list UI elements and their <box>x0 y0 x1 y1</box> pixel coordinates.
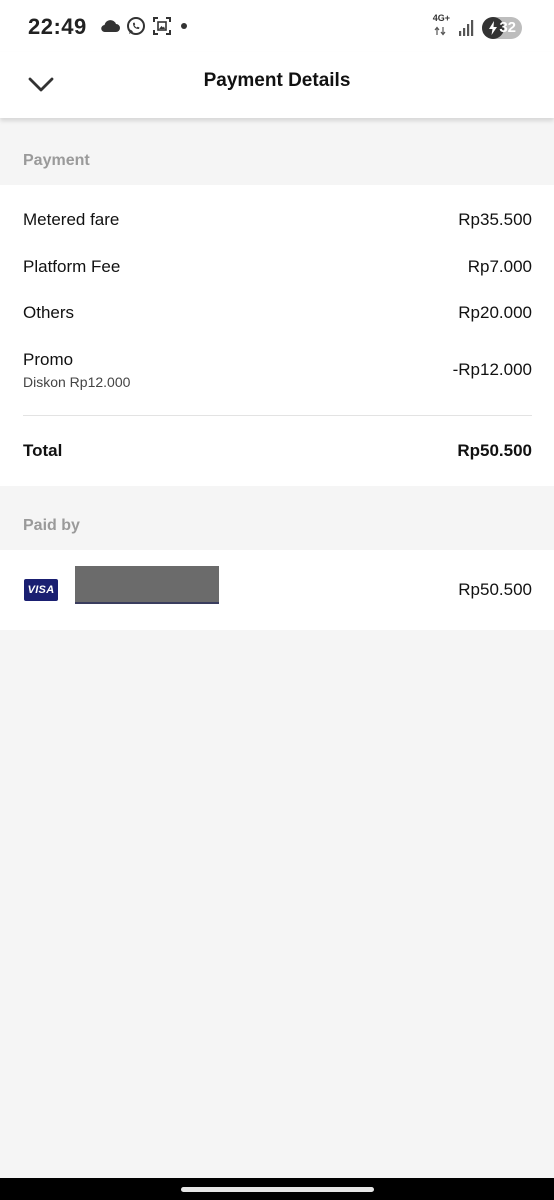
line-item-promo: Promo Diskon Rp12.000 -Rp12.000 <box>23 350 532 390</box>
status-icons-left <box>100 16 190 36</box>
status-time: 22:49 <box>28 14 87 39</box>
home-indicator[interactable] <box>181 1187 374 1192</box>
divider <box>23 415 532 416</box>
screenshot-icon <box>153 17 171 35</box>
total-row: Total Rp50.500 <box>23 441 532 461</box>
promo-discount-text: Diskon Rp12.000 <box>23 374 131 390</box>
whatsapp-icon <box>127 17 145 35</box>
paid-amount: Rp50.500 <box>458 580 532 599</box>
total-label: Total <box>23 441 63 460</box>
signal-icon <box>459 19 474 36</box>
line-item-label: Platform Fee <box>23 257 121 276</box>
battery-level: 32 <box>499 19 516 36</box>
masked-card-number <box>75 566 219 604</box>
payment-card: Metered fare Rp35.500 Platform Fee Rp7.0… <box>0 185 554 486</box>
network-type: 4G+ <box>432 13 450 23</box>
line-item-label: Others <box>23 303 75 322</box>
line-item-label: Metered fare <box>23 210 120 229</box>
line-item-amount: Rp7.000 <box>467 257 532 276</box>
line-item-metered-fare: Metered fare Rp35.500 <box>23 210 532 230</box>
status-bar: 22:49 4G+ 32 <box>0 0 554 52</box>
line-item-amount: Rp20.000 <box>458 303 532 322</box>
status-icons-right: 4G+ 32 <box>433 14 522 41</box>
app-header: Payment Details <box>0 52 554 118</box>
visa-card-icon: VISA <box>24 579 58 601</box>
dot-icon <box>181 23 187 29</box>
network-indicator: 4G+ <box>433 14 450 41</box>
paid-by-section-label: Paid by <box>23 517 80 534</box>
line-item-amount: -Rp12.000 <box>452 360 532 379</box>
total-amount: Rp50.500 <box>457 441 532 460</box>
cloud-icon <box>101 20 120 33</box>
data-arrows-icon <box>434 26 446 36</box>
page-title: Payment Details <box>203 70 351 91</box>
line-item-label: Promo <box>23 350 74 369</box>
line-item-others: Others Rp20.000 <box>23 303 532 323</box>
payment-section-label: Payment <box>23 152 90 169</box>
battery-charging-icon: 32 <box>482 16 522 39</box>
line-item-platform-fee: Platform Fee Rp7.000 <box>23 257 532 277</box>
navigation-bar <box>0 1178 554 1200</box>
promo-label-group: Promo Diskon Rp12.000 <box>23 350 130 390</box>
line-item-amount: Rp35.500 <box>458 210 532 229</box>
